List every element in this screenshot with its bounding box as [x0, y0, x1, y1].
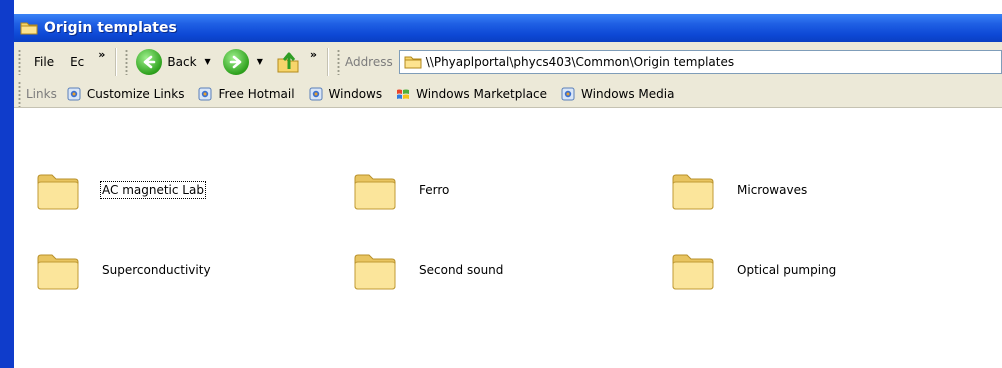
folder-label: Second sound [419, 263, 504, 277]
toolbar-grip[interactable] [18, 81, 21, 107]
address-path[interactable]: \\Phyaplportal\phycs403\Common\Origin te… [426, 55, 734, 69]
ie-page-icon [67, 87, 81, 101]
folder-label: AC magnetic Lab [100, 181, 206, 199]
menu-overflow-chevron[interactable]: » [92, 48, 111, 61]
link-label: Windows Media [581, 87, 675, 101]
folder-item-ferro[interactable]: Ferro [351, 166, 449, 214]
forward-dropdown-icon[interactable]: ▼ [257, 57, 263, 66]
folder-label: Microwaves [737, 183, 808, 197]
folder-label: Optical pumping [737, 263, 837, 277]
toolbar-separator [326, 47, 329, 76]
ie-page-icon [198, 87, 212, 101]
link-label: Customize Links [86, 87, 185, 101]
folder-label: Superconductivity [102, 263, 211, 277]
folder-icon [354, 174, 396, 210]
folder-item-microwaves[interactable]: Microwaves [669, 166, 807, 214]
folder-icon [354, 254, 396, 290]
ie-page-icon [561, 87, 575, 101]
folder-icon [672, 254, 714, 290]
link-customize-links[interactable]: Customize Links [67, 87, 185, 101]
folder-view[interactable]: AC magnetic Lab Ferro Microwaves Superco… [14, 108, 1002, 368]
link-windows-marketplace[interactable]: Windows Marketplace [396, 87, 547, 101]
link-label: Free Hotmail [218, 87, 295, 101]
toolbar-overflow-chevron[interactable]: » [304, 48, 323, 61]
folder-icon [37, 174, 79, 210]
address-bar[interactable]: \\Phyaplportal\phycs403\Common\Origin te… [398, 49, 1002, 74]
back-dropdown-icon[interactable]: ▼ [205, 57, 211, 66]
link-free-hotmail[interactable]: Free Hotmail [198, 87, 295, 101]
links-toolbar: Links Customize Links Free Hotmail Windo… [14, 81, 1002, 108]
menu-file[interactable]: File [26, 55, 62, 69]
forward-button[interactable]: ▼ [222, 48, 269, 75]
folder-item-second-sound[interactable]: Second sound [351, 246, 503, 294]
windows-flag-icon [397, 89, 410, 99]
up-button[interactable] [275, 49, 301, 75]
title-bar[interactable]: Origin templates [14, 14, 1002, 42]
folder-icon [672, 174, 714, 210]
forward-arrow-icon [222, 48, 249, 75]
toolbar-grip[interactable] [336, 48, 340, 75]
link-label: Windows Marketplace [416, 87, 548, 101]
link-windows-media[interactable]: Windows Media [561, 87, 674, 101]
links-label: Links [26, 87, 57, 101]
up-folder-icon [277, 52, 299, 72]
folder-item-optical-pumping[interactable]: Optical pumping [669, 246, 836, 294]
window-title: Origin templates [44, 20, 177, 36]
toolbar-grip[interactable] [125, 48, 129, 75]
window-left-border [0, 0, 14, 368]
address-label: Address [344, 54, 393, 69]
folder-icon [20, 22, 38, 35]
ie-page-icon [309, 87, 323, 101]
toolbar-grip[interactable] [18, 48, 21, 75]
folder-icon [404, 56, 422, 68]
back-label: Back [167, 54, 197, 69]
back-button[interactable]: Back ▼ [136, 48, 216, 75]
link-label: Windows [328, 87, 383, 101]
menu-edit[interactable]: Ec [62, 55, 92, 69]
folder-item-ac-magnetic-lab[interactable]: AC magnetic Lab [34, 166, 206, 214]
folder-label: Ferro [419, 183, 450, 197]
back-arrow-icon [136, 48, 163, 75]
folder-item-superconductivity[interactable]: Superconductivity [34, 246, 211, 294]
link-windows[interactable]: Windows [309, 87, 383, 101]
folder-icon [37, 254, 79, 290]
standard-toolbar: File Ec » Back ▼ ▼ » Address \\Phyaplpor… [14, 42, 1002, 82]
toolbar-separator [115, 47, 118, 76]
